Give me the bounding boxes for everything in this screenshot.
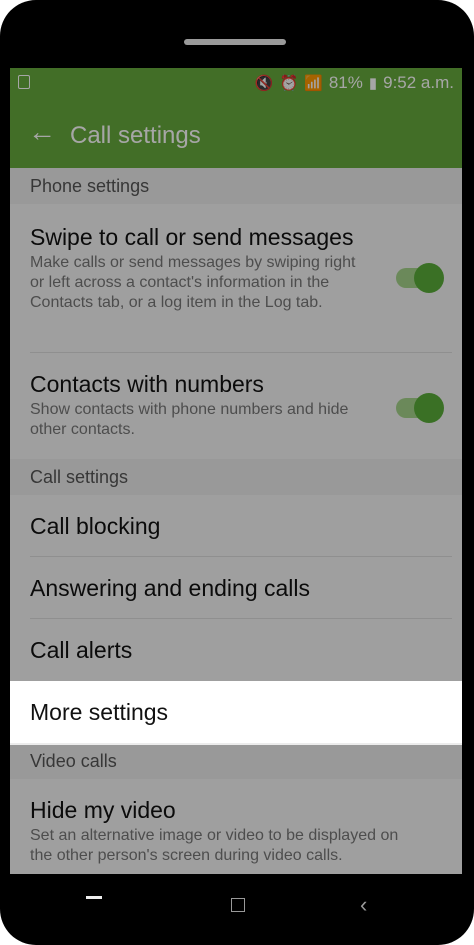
- contacts-toggle[interactable]: [396, 393, 444, 423]
- setting-contacts-with-numbers[interactable]: Contacts with numbers Show contacts with…: [10, 353, 462, 459]
- setting-description: Set an alternative image or video to be …: [30, 827, 399, 864]
- battery-icon: ▮: [368, 75, 378, 92]
- setting-title: Swipe to call or send messages: [30, 224, 354, 250]
- setting-description: Make calls or send messages by swiping r…: [30, 254, 356, 311]
- setting-title: Hide my video: [30, 797, 176, 823]
- alarm-icon: ⏰: [279, 75, 299, 92]
- battery-level: 81%: [328, 73, 363, 92]
- mute-icon: 🔇: [254, 75, 274, 92]
- section-header-call-settings: Call settings: [10, 459, 462, 495]
- swipe-toggle[interactable]: [396, 263, 444, 293]
- setting-swipe-to-call[interactable]: Swipe to call or send messages Make call…: [10, 204, 462, 352]
- setting-title: Call alerts: [30, 637, 133, 663]
- recent-apps-icon[interactable]: [86, 896, 102, 899]
- setting-title: Contacts with numbers: [30, 371, 264, 397]
- setting-title: More settings: [30, 699, 169, 725]
- speaker-grille: [184, 39, 286, 45]
- status-bar: 🔇 ⏰ 📶 81% ▮ 9:52 a.m.: [10, 68, 462, 100]
- back-arrow-icon[interactable]: ←: [28, 118, 56, 146]
- screen: 🔇 ⏰ 📶 81% ▮ 9:52 a.m. ← Call settings Ph…: [10, 68, 462, 874]
- back-icon[interactable]: ‹: [360, 892, 367, 918]
- setting-more-settings[interactable]: More settings: [10, 681, 462, 743]
- home-icon[interactable]: [231, 898, 245, 912]
- setting-answering-ending-calls[interactable]: Answering and ending calls: [10, 557, 462, 618]
- toggle-knob: [414, 263, 444, 293]
- setting-call-blocking[interactable]: Call blocking: [10, 495, 462, 556]
- settings-list: Phone settings Swipe to call or send mes…: [10, 168, 462, 874]
- setting-description: Show contacts with phone numbers and hid…: [30, 401, 349, 438]
- page-title: Call settings: [70, 122, 201, 149]
- setting-title: Call blocking: [30, 513, 161, 539]
- image-notification-icon: [18, 75, 30, 89]
- setting-title: Answering and ending calls: [30, 575, 311, 601]
- section-header-phone-settings: Phone settings: [10, 168, 462, 204]
- app-bar: ← Call settings: [10, 100, 462, 168]
- setting-hide-my-video[interactable]: Hide my video Set an alternative image o…: [10, 779, 462, 874]
- section-header-video-calls: Video calls: [10, 743, 462, 779]
- clock: 9:52 a.m.: [383, 73, 454, 92]
- setting-call-alerts[interactable]: Call alerts: [10, 619, 462, 681]
- wifi-icon: 📶: [304, 75, 323, 92]
- phone-frame: 🔇 ⏰ 📶 81% ▮ 9:52 a.m. ← Call settings Ph…: [0, 0, 474, 945]
- toggle-knob: [414, 393, 444, 423]
